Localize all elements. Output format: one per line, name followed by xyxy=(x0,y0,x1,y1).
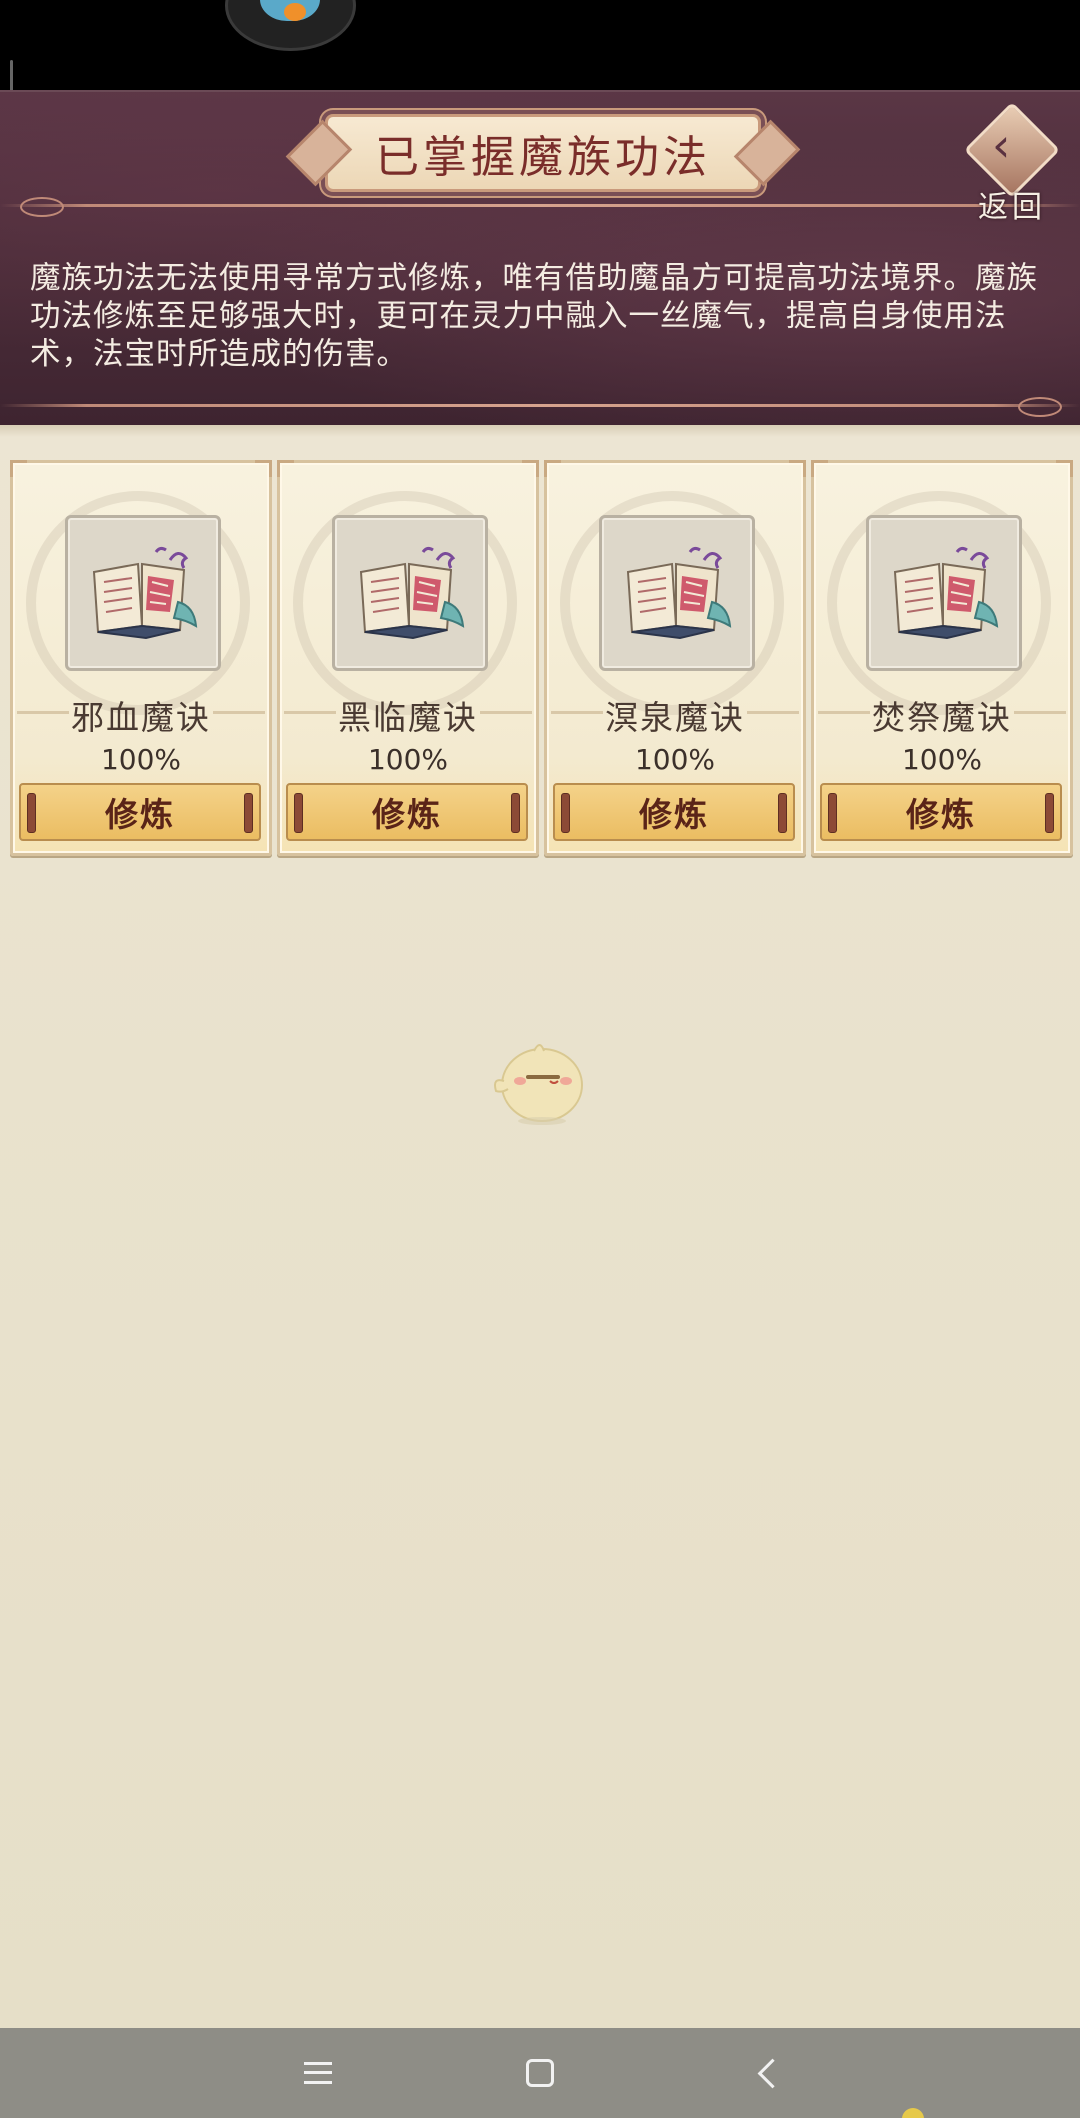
train-button-label: 修炼 xyxy=(639,795,709,834)
title-plate: 已掌握魔族功法 xyxy=(325,114,761,192)
train-button-label: 修炼 xyxy=(372,795,442,834)
menu-icon xyxy=(304,2062,332,2084)
skill-list-area: 邪血魔诀 100% 修炼 黑临魔诀 100% 修炼 溟泉魔诀 100% 修炼 焚… xyxy=(0,425,1080,2028)
skill-name: 邪血魔诀 xyxy=(71,698,211,737)
mascot-icon xyxy=(494,1044,583,1125)
skill-card[interactable]: 邪血魔诀 100% 修炼 xyxy=(10,460,272,856)
skill-card[interactable]: 焚祭魔诀 100% 修炼 xyxy=(811,460,1073,856)
train-button-label: 修炼 xyxy=(105,795,175,834)
train-button[interactable]: 修炼 xyxy=(286,783,528,841)
divider xyxy=(0,404,1080,407)
status-area xyxy=(0,0,1080,90)
swirl-ornament xyxy=(1018,397,1062,417)
skill-name: 黑临魔诀 xyxy=(338,698,478,737)
skill-progress: 100% xyxy=(100,743,182,776)
page-title: 已掌握魔族功法 xyxy=(375,132,711,183)
magic-book-icon xyxy=(92,546,198,640)
train-button[interactable]: 修炼 xyxy=(19,783,261,841)
magic-book-icon xyxy=(626,546,732,640)
train-button[interactable]: 修炼 xyxy=(553,783,795,841)
notification-dot xyxy=(902,2108,924,2118)
skill-icon-frame xyxy=(65,515,221,671)
swirl-ornament xyxy=(20,197,64,217)
skill-icon-frame xyxy=(599,515,755,671)
description-text: 魔族功法无法使用寻常方式修炼，唯有借助魔晶方可提高功法境界。魔族功法修炼至足够强… xyxy=(30,261,1038,372)
floating-avatar[interactable] xyxy=(225,0,356,51)
chevron-left-icon: ‹ xyxy=(992,118,1011,172)
game-screen: 已掌握魔族功法 ‹ 返回 魔族功法无法使用寻常方式修炼，唯有借助魔晶方可提高功法… xyxy=(0,0,1080,2118)
skill-progress: 100% xyxy=(634,743,716,776)
skill-cards: 邪血魔诀 100% 修炼 黑临魔诀 100% 修炼 溟泉魔诀 100% 修炼 焚… xyxy=(10,460,1073,856)
back-button[interactable]: ‹ 返回 xyxy=(960,101,1061,225)
system-back-button[interactable] xyxy=(738,2048,798,2098)
train-button[interactable]: 修炼 xyxy=(820,783,1062,841)
skill-icon-frame xyxy=(332,515,488,671)
home-button[interactable] xyxy=(510,2048,570,2098)
home-icon xyxy=(526,2059,554,2087)
magic-book-icon xyxy=(359,546,465,640)
skill-card[interactable]: 溟泉魔诀 100% 修炼 xyxy=(544,460,806,856)
header-panel: 已掌握魔族功法 ‹ 返回 魔族功法无法使用寻常方式修炼，唯有借助魔晶方可提高功法… xyxy=(0,90,1080,427)
skill-name: 溟泉魔诀 xyxy=(605,698,745,737)
magic-book-icon xyxy=(893,546,999,640)
skill-progress: 100% xyxy=(367,743,449,776)
system-navbar xyxy=(0,2028,1080,2118)
train-button-label: 修炼 xyxy=(906,795,976,834)
skill-name: 焚祭魔诀 xyxy=(872,698,1012,737)
skill-card[interactable]: 黑临魔诀 100% 修炼 xyxy=(277,460,539,856)
back-label: 返回 xyxy=(978,190,1046,225)
divider xyxy=(0,204,1080,207)
skill-progress: 100% xyxy=(901,743,983,776)
skill-icon-frame xyxy=(866,515,1022,671)
menu-button[interactable] xyxy=(288,2048,348,2098)
back-arrow-icon xyxy=(757,2058,787,2088)
